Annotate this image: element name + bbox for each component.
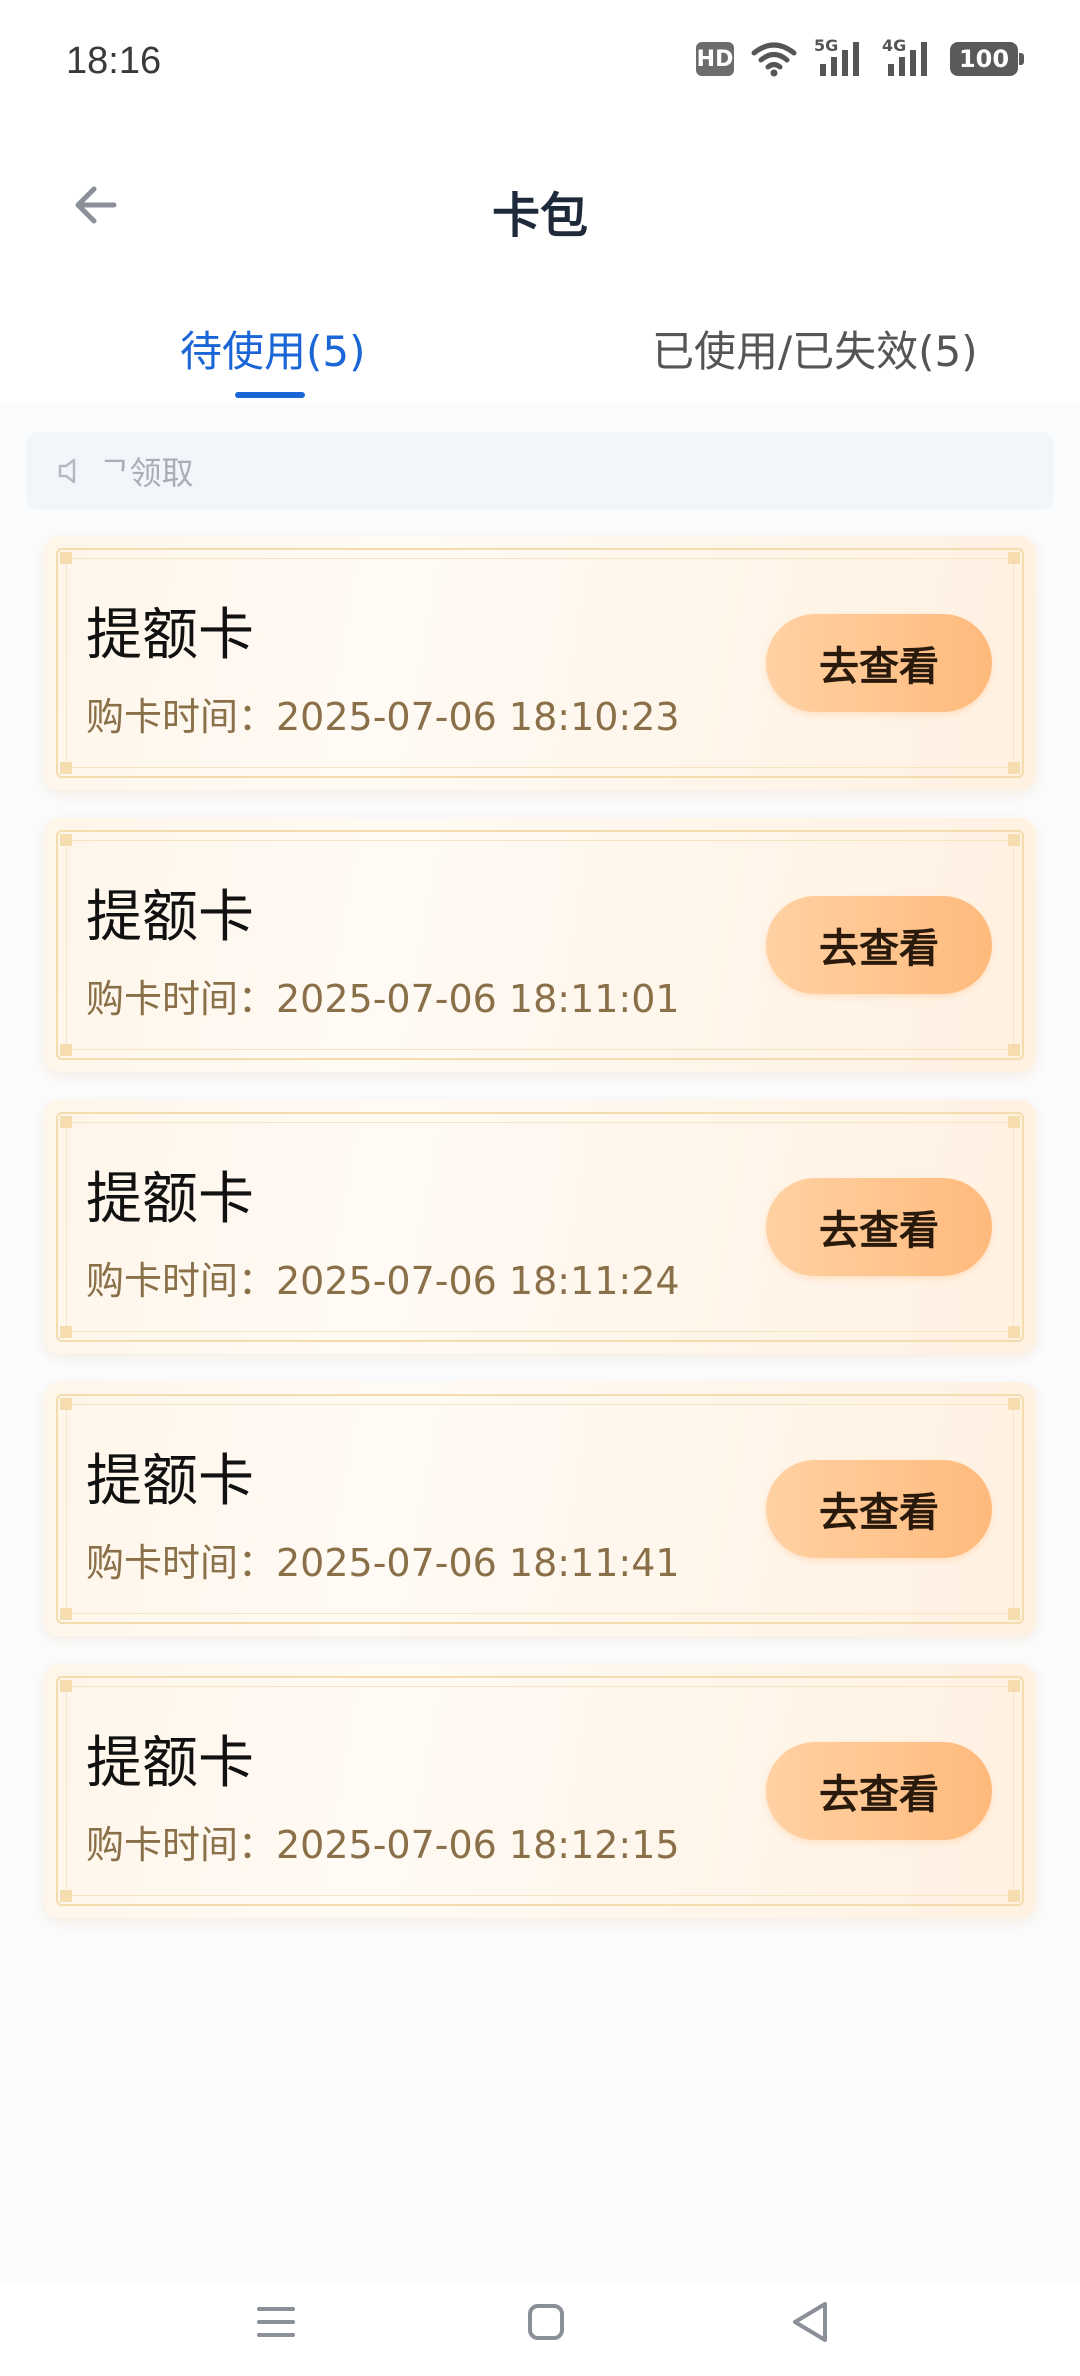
card-item: 提额卡 购卡时间：2025-07-06 18:10:23 去查看 [44,536,1036,790]
notice-bar: ᄀ领取 [26,432,1054,510]
card-corner [60,1398,72,1410]
tab-pending[interactable]: 待使用(5) [180,318,366,379]
status-bar: 18:16 HD 5G 4G 100 [0,0,1080,130]
card-corner [60,552,72,564]
battery-icon: 100 [950,42,1024,76]
card-corner [60,1044,72,1056]
card-title: 提额卡 [86,1731,254,1796]
view-button[interactable]: 去查看 [766,614,992,712]
card-purchase-time: 购卡时间：2025-07-06 18:11:24 [86,1259,680,1303]
card-title: 提额卡 [86,1449,254,1514]
notice-text: ᄀ领取 [100,454,194,492]
card-corner [1008,1326,1020,1338]
card-item: 提额卡 购卡时间：2025-07-06 18:11:24 去查看 [44,1100,1036,1354]
status-time: 18:16 [66,40,162,82]
card-corner [60,762,72,774]
card-title: 提额卡 [86,603,254,668]
card-corner [1008,834,1020,846]
system-nav-bar [0,2270,1080,2376]
card-item: 提额卡 购卡时间：2025-07-06 18:11:01 去查看 [44,818,1036,1072]
card-corner [60,1680,72,1692]
nav-menu-button[interactable] [246,2292,306,2352]
card-purchase-time: 购卡时间：2025-07-06 18:12:15 [86,1823,680,1867]
card-corner [1008,552,1020,564]
card-title: 提额卡 [86,885,254,950]
card-list: 提额卡 购卡时间：2025-07-06 18:10:23 去查看 提额卡 购卡时… [44,536,1036,1946]
view-button[interactable]: 去查看 [766,1178,992,1276]
page-title: 卡包 [491,188,588,244]
content-area: ᄀ领取 提额卡 购卡时间：2025-07-06 18:10:23 去查看 提额卡… [0,402,1080,2282]
nav-home-button[interactable] [516,2292,576,2352]
card-purchase-time: 购卡时间：2025-07-06 18:11:41 [86,1541,680,1585]
card-title: 提额卡 [86,1167,254,1232]
signal-5g-icon: 5G [814,36,866,78]
card-corner [1008,1116,1020,1128]
card-corner [1008,1890,1020,1902]
hd-icon: HD [696,42,734,76]
card-corner [60,1608,72,1620]
card-purchase-time: 购卡时间：2025-07-06 18:11:01 [86,977,680,1021]
card-item: 提额卡 购卡时间：2025-07-06 18:12:15 去查看 [44,1664,1036,1918]
view-button[interactable]: 去查看 [766,1742,992,1840]
status-icons: HD 5G 4G 100 [696,36,1024,78]
card-corner [60,1326,72,1338]
card-corner [60,1116,72,1128]
home-square-icon [528,2304,564,2340]
card-corner [1008,1398,1020,1410]
tab-used-expired[interactable]: 已使用/已失效(5) [652,318,978,379]
view-button[interactable]: 去查看 [766,1460,992,1558]
card-corner [60,834,72,846]
card-corner [1008,762,1020,774]
triangle-back-icon [793,2302,827,2342]
menu-icon [257,2307,295,2337]
signal-4g-icon: 4G [882,36,934,78]
tab-indicator [235,392,305,398]
card-item: 提额卡 购卡时间：2025-07-06 18:11:41 去查看 [44,1382,1036,1636]
wifi-icon [751,42,797,77]
speaker-icon [56,453,92,489]
view-button[interactable]: 去查看 [766,896,992,994]
card-purchase-time: 购卡时间：2025-07-06 18:10:23 [86,695,680,739]
nav-back-button[interactable] [780,2292,840,2352]
card-corner [1008,1680,1020,1692]
card-corner [1008,1044,1020,1056]
card-corner [60,1890,72,1902]
header: 卡包 [0,150,1080,260]
card-corner [1008,1608,1020,1620]
tab-bar: 待使用(5) 已使用/已失效(5) [0,300,1080,400]
